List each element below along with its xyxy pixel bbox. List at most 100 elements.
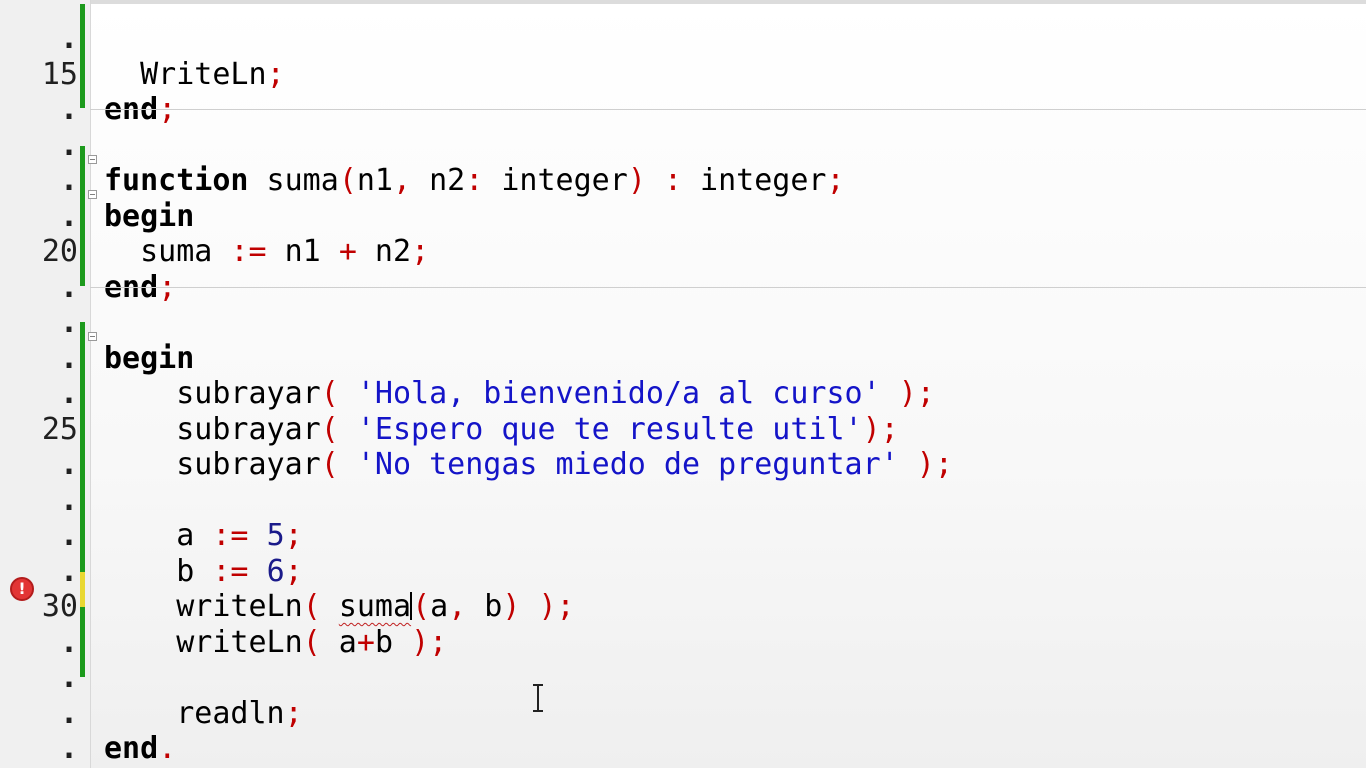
line-code[interactable]: WriteLn; bbox=[104, 57, 285, 93]
line-number: . bbox=[59, 695, 78, 731]
code-line[interactable]: 30 writeLn( suma(a, b) ); bbox=[0, 589, 1366, 625]
code-token: begin bbox=[104, 198, 195, 234]
line-code[interactable]: subrayar( 'Hola, bienvenido/a al curso' … bbox=[104, 376, 935, 412]
code-token: ; bbox=[266, 56, 285, 92]
line-code[interactable]: end. bbox=[104, 731, 176, 767]
line-number: . bbox=[59, 624, 78, 660]
line-code[interactable]: begin bbox=[104, 341, 194, 377]
code-token: WriteLn bbox=[104, 56, 267, 92]
line-number: . bbox=[59, 660, 78, 695]
change-bar-1 bbox=[80, 4, 85, 108]
line-code[interactable]: begin bbox=[104, 199, 194, 235]
code-token: suma bbox=[104, 234, 231, 269]
line-code[interactable]: function suma(n1, n2: integer) : integer… bbox=[104, 163, 845, 199]
code-line[interactable]: . subrayar( 'Hola, bienvenido/a al curso… bbox=[0, 376, 1366, 412]
fold-toggle-main-begin[interactable] bbox=[88, 332, 97, 341]
code-token: a bbox=[104, 518, 213, 553]
code-token: begin bbox=[104, 340, 195, 376]
code-token: := bbox=[212, 518, 249, 553]
code-editor[interactable]: . 15 WriteLn;. end;.. function suma(n1, n2:… bbox=[0, 0, 1366, 768]
code-token: ; bbox=[284, 518, 303, 553]
code-token: ); bbox=[411, 624, 448, 660]
code-line[interactable]: 20 suma := n1 + n2; bbox=[0, 234, 1366, 270]
code-token: := bbox=[230, 234, 267, 269]
line-code[interactable]: subrayar( 'Espero que te resulte util'); bbox=[104, 412, 899, 448]
code-token: ( bbox=[320, 376, 339, 411]
line-code[interactable]: subrayar( 'No tengas miedo de preguntar'… bbox=[104, 447, 953, 483]
code-line[interactable]: . end. bbox=[0, 731, 1366, 767]
code-token: := bbox=[212, 553, 249, 589]
code-line[interactable]: 25 subrayar( 'Espero que te resulte util… bbox=[0, 412, 1366, 448]
line-code[interactable]: readln; bbox=[104, 695, 302, 732]
code-line[interactable]: . a := 5; bbox=[0, 518, 1366, 554]
code-token: writeLn bbox=[104, 624, 303, 660]
code-token: ( bbox=[320, 411, 339, 447]
line-number: . bbox=[59, 21, 78, 56]
code-line[interactable]: . bbox=[0, 21, 1366, 57]
code-token: . bbox=[158, 731, 177, 766]
code-line[interactable]: . begin bbox=[0, 199, 1366, 235]
code-token: ); bbox=[898, 376, 935, 411]
code-token: readln bbox=[104, 695, 285, 731]
block-separator-1 bbox=[90, 109, 1366, 110]
error-icon[interactable]: ! bbox=[10, 577, 34, 601]
code-token: , bbox=[448, 589, 467, 624]
code-line[interactable]: . writeLn( a+b ); bbox=[0, 625, 1366, 661]
line-number: . bbox=[59, 731, 78, 766]
line-number: . bbox=[59, 305, 78, 340]
code-line[interactable]: 15 WriteLn; bbox=[0, 57, 1366, 93]
code-token: n2 bbox=[356, 234, 412, 269]
line-code[interactable]: writeLn( a+b ); bbox=[104, 625, 447, 661]
line-number: . bbox=[59, 482, 78, 518]
code-token: ); bbox=[862, 411, 899, 447]
code-token: ; bbox=[411, 234, 430, 269]
change-bar-2 bbox=[80, 146, 85, 286]
fold-toggle-begin[interactable] bbox=[88, 190, 97, 199]
code-line[interactable]: . bbox=[0, 483, 1366, 519]
fold-toggle-function[interactable] bbox=[88, 155, 97, 164]
code-token: subrayar bbox=[104, 411, 321, 447]
code-token: : bbox=[663, 163, 682, 198]
code-token: 'Espero que te resulte util' bbox=[356, 411, 863, 447]
code-line[interactable]: . bbox=[0, 660, 1366, 696]
code-token: : bbox=[465, 163, 484, 198]
code-line[interactable]: . subrayar( 'No tengas miedo de pregunta… bbox=[0, 447, 1366, 483]
line-number: 25 bbox=[41, 411, 78, 447]
code-token: 6 bbox=[266, 553, 285, 589]
line-number: . bbox=[59, 269, 78, 305]
code-token: ; bbox=[826, 163, 845, 198]
code-line[interactable]: . bbox=[0, 305, 1366, 341]
code-token: end bbox=[104, 731, 159, 766]
code-token: + bbox=[338, 234, 357, 269]
code-line[interactable]: . function suma(n1, n2: integer) : intege… bbox=[0, 163, 1366, 199]
code-token: ); bbox=[916, 447, 953, 482]
code-token: writeLn bbox=[104, 589, 303, 624]
code-line[interactable]: . readln; bbox=[0, 696, 1366, 732]
line-number: . bbox=[59, 198, 78, 234]
code-line[interactable]: . bbox=[0, 128, 1366, 164]
code-token: 5 bbox=[266, 518, 285, 553]
code-line[interactable]: . begin bbox=[0, 341, 1366, 377]
code-token: subrayar bbox=[104, 376, 321, 411]
modified-line-bar bbox=[80, 572, 85, 607]
line-number: 20 bbox=[41, 234, 78, 269]
line-code[interactable]: writeLn( suma(a, b) ); bbox=[104, 589, 575, 625]
code-token: , bbox=[393, 163, 412, 198]
code-line[interactable]: . b := 6; bbox=[0, 554, 1366, 590]
line-code[interactable]: suma := n1 + n2; bbox=[104, 234, 429, 270]
code-token: n1 bbox=[266, 234, 339, 269]
code-token: ); bbox=[538, 589, 575, 624]
code-token: function bbox=[104, 163, 249, 198]
code-token: suma bbox=[248, 163, 339, 198]
code-token: a bbox=[320, 624, 357, 660]
change-bar-4 bbox=[80, 607, 85, 677]
line-code[interactable]: a := 5; bbox=[104, 518, 303, 554]
line-code[interactable]: b := 6; bbox=[104, 553, 302, 590]
